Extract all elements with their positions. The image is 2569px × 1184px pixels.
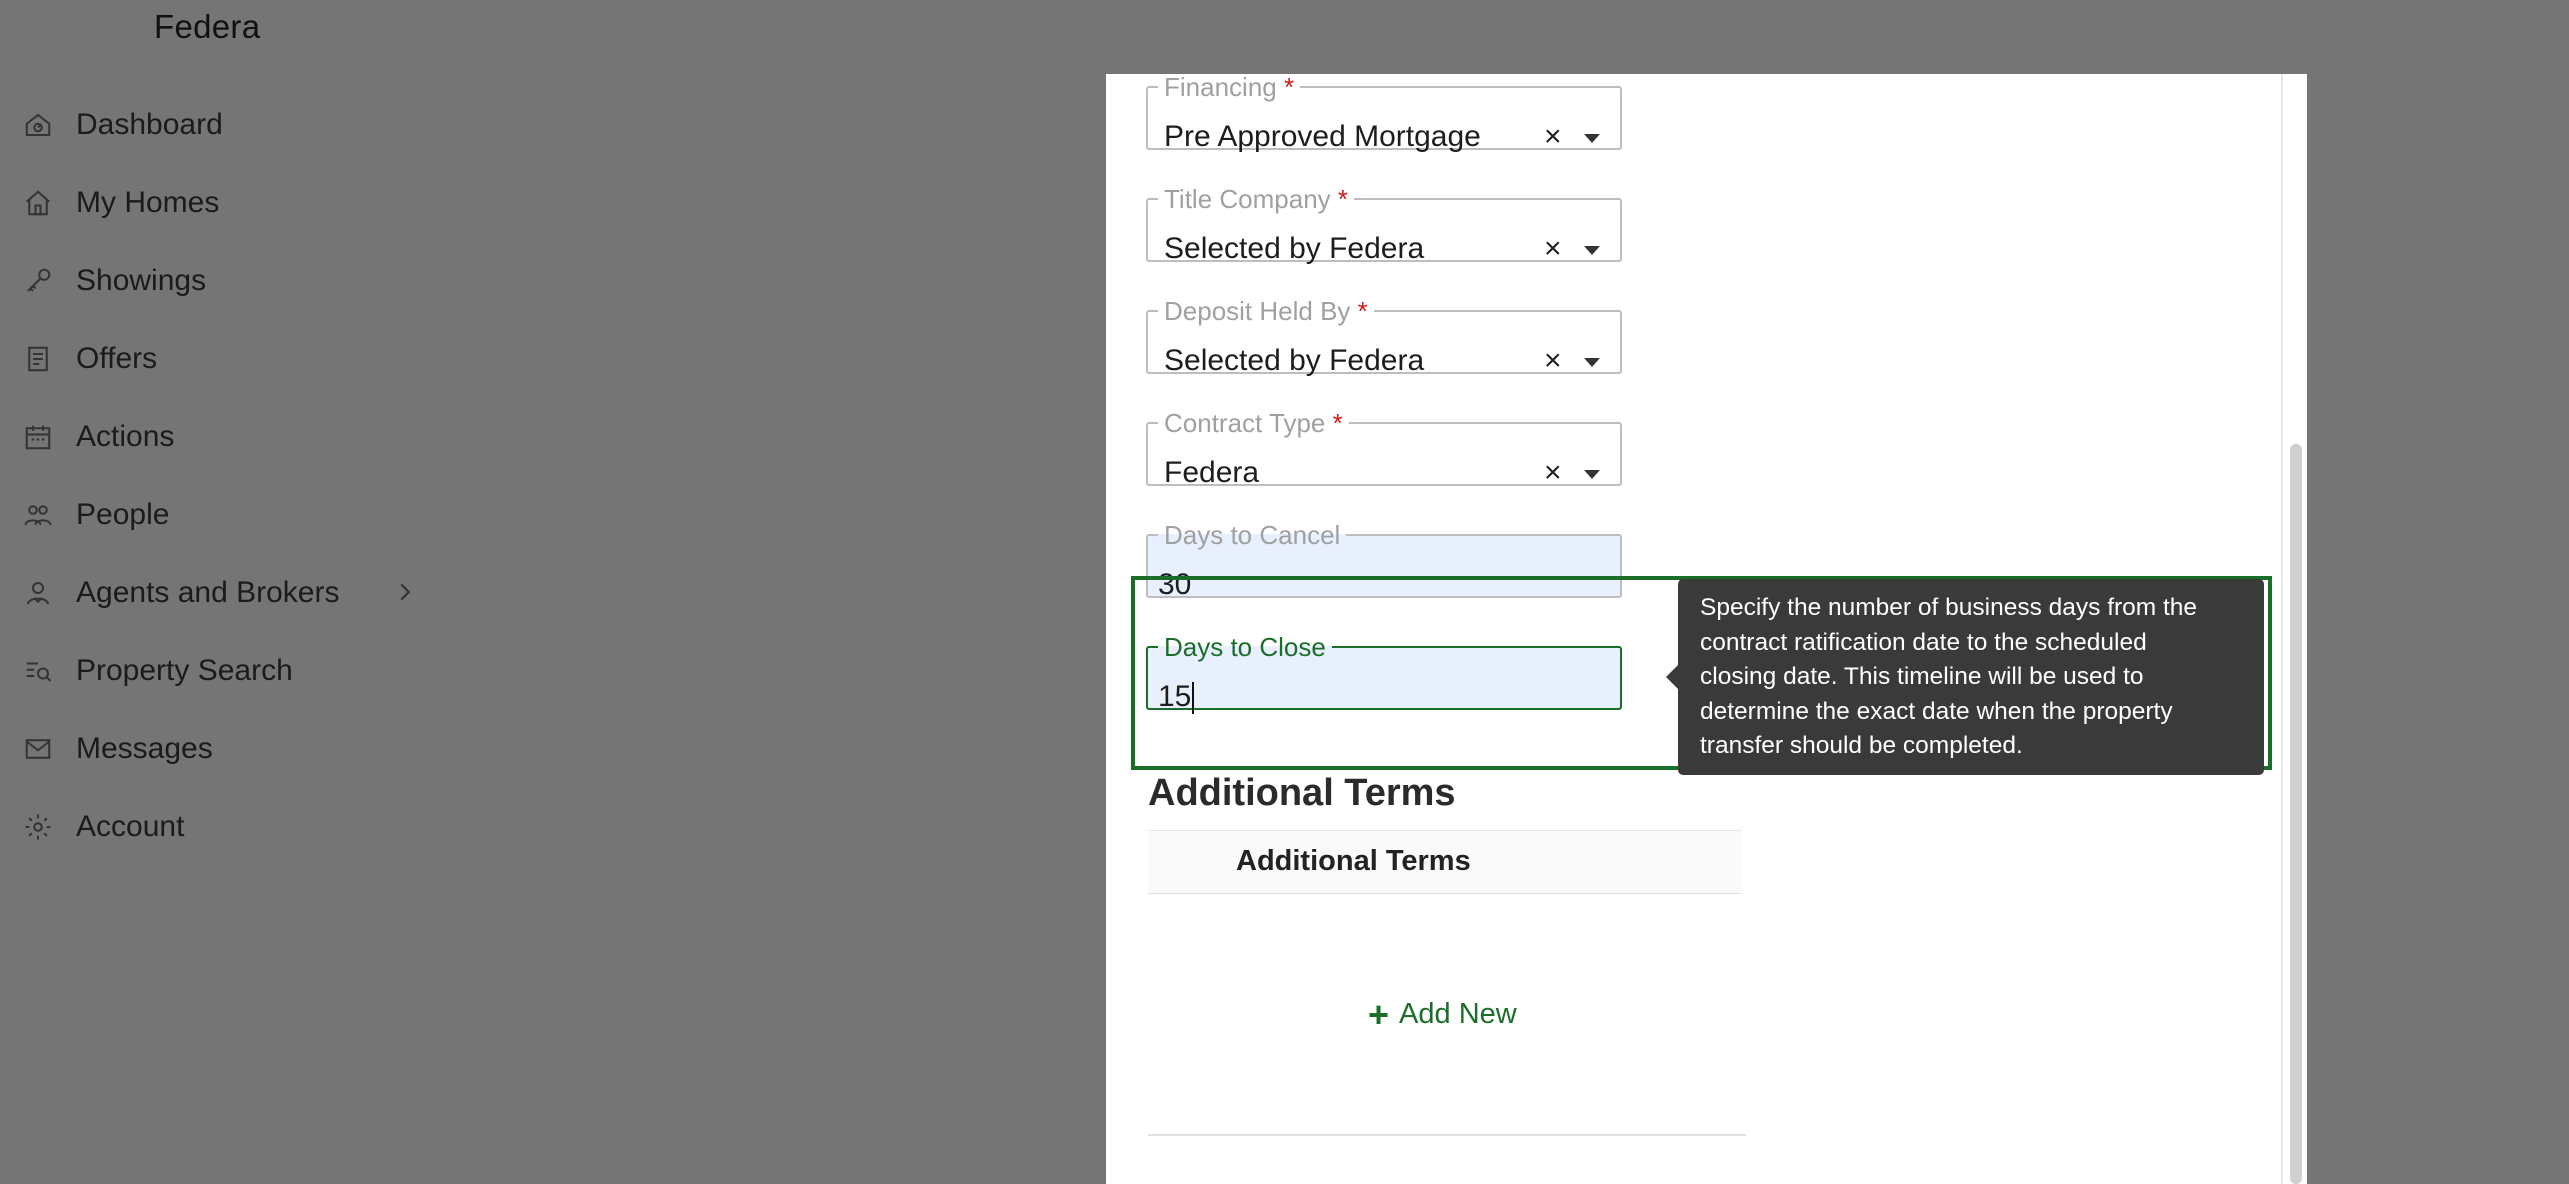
days-to-cancel-value: 30 [1158,568,1192,601]
days-to-close-value: 15 [1158,680,1192,713]
sidebar-item-dashboard[interactable]: Dashboard [20,95,420,155]
financing-value: Pre Approved Mortgage [1164,120,1481,153]
sidebar-item-label: Account [76,810,185,843]
contract-type-label: Contract Type * [1164,408,1343,438]
dashboard-icon [20,107,56,143]
chevron-right-icon[interactable] [390,577,420,607]
sidebar-item-label: Property Search [76,654,293,687]
sidebar-item-property-search[interactable]: Property Search [20,641,420,701]
days-to-cancel-input[interactable]: Days to Cancel 30 [1146,520,1622,601]
document-icon [20,341,56,377]
financing-select[interactable]: Financing * Pre Approved Mortgage × [1146,72,1622,153]
tooltip-line: closing date. This timeline will be used… [1700,663,2144,690]
sidebar-item-messages[interactable]: Messages [20,719,420,779]
people-icon [20,497,56,533]
sidebar-item-actions[interactable]: Actions [20,407,420,467]
financing-label: Financing * [1164,72,1295,102]
tooltip-line: determine the exact date when the proper… [1700,697,2173,725]
offer-form-panel: Financing * Pre Approved Mortgage × Titl… [1106,72,2307,1184]
text-cursor [1192,682,1195,715]
sidebar-item-people[interactable]: People [20,485,420,545]
calendar-icon [20,419,56,455]
dropdown-arrow-icon[interactable] [1584,358,1600,367]
sidebar-item-label: My Homes [76,186,220,219]
days-to-close-value-wrap: 15 [1158,680,1195,715]
sidebar-item-agents-and-brokers[interactable]: Agents and Brokers [20,563,420,623]
additional-terms-heading: Additional Terms [1148,772,1456,814]
sidebar-item-my-homes[interactable]: My Homes [20,173,420,233]
deposit-held-by-select[interactable]: Deposit Held By * Selected by Federa × [1146,296,1622,377]
agent-icon [20,575,56,611]
tooltip-line: Specify the number of business days from… [1700,594,2198,621]
help-tooltip: Specify the number of business days from… [1666,579,2264,775]
add-new-label: Add New [1399,998,1517,1030]
tooltip-arrow [1666,665,1678,689]
title-company-value: Selected by Federa [1164,232,1425,265]
dropdown-arrow-icon[interactable] [1584,470,1600,479]
sidebar-item-showings[interactable]: Showings [20,251,420,311]
title-company-select[interactable]: Title Company * Selected by Federa × [1146,184,1622,265]
contract-type-value: Federa [1164,456,1260,489]
clear-icon[interactable]: × [1544,344,1562,378]
sidebar-item-label: Dashboard [76,108,223,141]
key-icon [20,263,56,299]
days-to-close-label: Days to Close [1164,632,1326,662]
brand-title: Federa [154,8,261,45]
clear-icon[interactable]: × [1544,120,1562,154]
sidebar-item-label: Messages [76,732,213,765]
sidebar-item-label: Agents and Brokers [76,576,340,609]
sidebar-item-label: Offers [76,342,158,375]
title-company-label: Title Company * [1164,184,1349,214]
add-new-button[interactable]: + Add New [1368,993,1517,1035]
sidebar-item-label: Actions [76,420,175,453]
contract-type-select[interactable]: Contract Type * Federa × [1146,408,1622,489]
clear-icon[interactable]: × [1544,456,1562,490]
gear-icon [20,809,56,845]
tooltip-line: contract ratification date to the schedu… [1700,628,2147,656]
sidebar-item-label: Showings [76,264,207,297]
sidebar-item-offers[interactable]: Offers [20,329,420,389]
dropdown-arrow-icon[interactable] [1584,246,1600,255]
mail-icon [20,731,56,767]
days-to-close-input[interactable]: Days to Close 15 [1146,632,1622,715]
scrollbar-thumb[interactable] [2290,444,2302,1184]
clear-icon[interactable]: × [1544,232,1562,266]
sidebar-item-label: People [76,498,170,531]
scrollbar[interactable] [2281,74,2307,1184]
plus-icon: + [1368,993,1390,1035]
table-column-header: Additional Terms [1236,845,1471,877]
divider [1148,1134,1746,1136]
deposit-held-by-value: Selected by Federa [1164,344,1425,377]
tooltip-line: transfer should be completed. [1700,732,2023,759]
sidebar-item-account[interactable]: Account [20,797,420,857]
search-list-icon [20,653,56,689]
deposit-held-by-label: Deposit Held By * [1164,296,1368,326]
home-icon [20,185,56,221]
days-to-cancel-label: Days to Cancel [1164,520,1341,550]
additional-terms-table: Additional Terms [1148,830,1742,894]
dropdown-arrow-icon[interactable] [1584,134,1600,143]
